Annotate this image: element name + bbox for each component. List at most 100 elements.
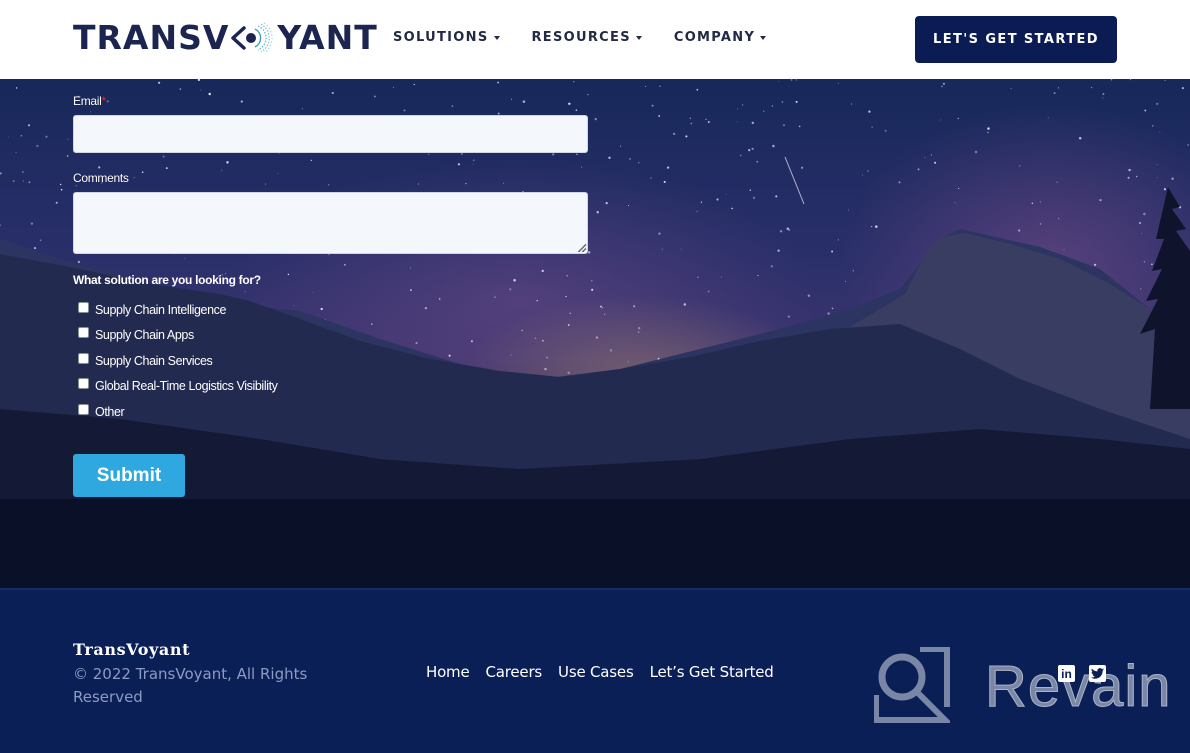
checkbox[interactable] — [78, 352, 89, 364]
star — [90, 111, 92, 113]
star — [438, 298, 441, 300]
star — [831, 250, 834, 253]
star — [457, 163, 461, 166]
star — [871, 126, 873, 128]
star — [940, 119, 942, 121]
comments-textarea[interactable] — [73, 192, 588, 254]
star — [700, 201, 703, 203]
star — [12, 180, 15, 183]
star — [741, 104, 744, 106]
star — [751, 147, 754, 150]
star — [373, 95, 376, 98]
star — [1129, 79, 1132, 81]
checkbox[interactable] — [78, 327, 89, 339]
star — [541, 269, 544, 272]
star — [845, 280, 846, 282]
star — [633, 305, 636, 308]
star — [591, 280, 593, 282]
footer-link-home[interactable]: Home — [426, 663, 470, 681]
email-label: Email* — [73, 94, 106, 108]
star — [30, 222, 34, 225]
star — [770, 265, 773, 268]
option-global-logistics-visibility[interactable]: Global Real-Time Logistics Visibility — [78, 377, 278, 402]
star — [591, 288, 594, 291]
option-supply-chain-apps[interactable]: Supply Chain Apps — [78, 326, 278, 351]
star — [697, 276, 699, 279]
footer-link-careers[interactable]: Careers — [486, 663, 543, 681]
star — [620, 145, 621, 147]
option-supply-chain-services[interactable]: Supply Chain Services — [78, 352, 278, 377]
star — [331, 91, 334, 95]
star — [244, 291, 246, 293]
star — [1151, 263, 1153, 266]
site-footer: TransVoyant © 2022 TransVoyant, All Righ… — [0, 588, 1190, 753]
star — [569, 312, 571, 315]
star — [1056, 181, 1058, 183]
submit-button[interactable]: Submit — [73, 454, 185, 497]
star — [941, 85, 943, 88]
star — [565, 295, 567, 298]
solution-question: What solution are you looking for? — [73, 273, 261, 287]
ground-shadow — [0, 499, 1190, 588]
star — [494, 296, 496, 298]
star — [552, 153, 555, 156]
star — [106, 100, 109, 103]
lets-get-started-button[interactable]: LET'S GET STARTED — [915, 16, 1117, 63]
star — [75, 185, 77, 187]
star — [781, 101, 784, 103]
star — [293, 304, 295, 306]
nav-solutions[interactable]: SOLUTIONS — [393, 30, 500, 45]
star — [66, 155, 69, 157]
transvoyant-logo[interactable]: TRANSV YANT — [73, 19, 378, 57]
star — [705, 118, 707, 121]
checkbox[interactable] — [78, 403, 89, 415]
star — [265, 183, 267, 185]
star — [451, 105, 454, 107]
star — [141, 171, 144, 173]
star — [1053, 92, 1056, 95]
star — [847, 209, 850, 211]
star — [696, 88, 699, 91]
star — [827, 312, 830, 315]
star — [567, 324, 570, 326]
star — [277, 173, 279, 175]
option-label: Global Real-Time Logistics Visibility — [95, 379, 278, 394]
main-nav: SOLUTIONS RESOURCES COMPANY — [393, 30, 767, 45]
star — [974, 150, 978, 154]
option-other[interactable]: Other — [78, 403, 278, 428]
star — [320, 307, 323, 311]
star — [27, 124, 31, 127]
nav-resources[interactable]: RESOURCES — [532, 30, 642, 45]
checkbox[interactable] — [78, 378, 89, 390]
star — [1019, 165, 1021, 167]
checkbox[interactable] — [78, 302, 89, 313]
star — [1163, 188, 1166, 191]
star — [22, 180, 24, 182]
star — [917, 168, 920, 171]
revain-watermark: Revain — [985, 654, 1172, 720]
option-supply-chain-intelligence[interactable]: Supply Chain Intelligence — [78, 301, 278, 326]
twitter-icon[interactable] — [1089, 665, 1106, 682]
star — [536, 300, 538, 302]
star — [751, 121, 755, 125]
star — [472, 159, 475, 162]
star — [1143, 212, 1146, 216]
footer-link-use-cases[interactable]: Use Cases — [558, 663, 634, 681]
star — [587, 251, 591, 254]
star — [957, 117, 960, 120]
star — [208, 92, 211, 96]
email-input[interactable] — [73, 115, 588, 153]
nav-company[interactable]: COMPANY — [674, 30, 767, 45]
caret-down-icon — [635, 36, 642, 40]
star — [1156, 102, 1159, 106]
footer-link-lets-get-started[interactable]: Let’s Get Started — [650, 663, 774, 681]
star — [511, 98, 513, 100]
linkedin-icon[interactable]: in — [1058, 665, 1075, 682]
star — [1128, 168, 1131, 172]
star — [685, 135, 688, 138]
solution-options: Supply Chain Intelligence Supply Chain A… — [78, 301, 278, 428]
star — [680, 248, 682, 250]
option-label: Supply Chain Intelligence — [95, 303, 227, 317]
star — [605, 201, 608, 205]
star — [875, 225, 878, 228]
